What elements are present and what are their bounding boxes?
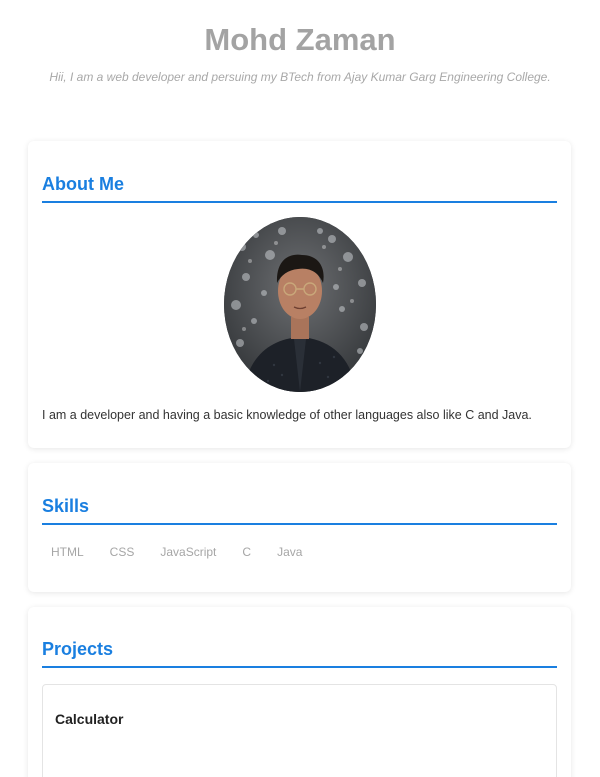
project-card[interactable]: Calculator: [42, 684, 557, 777]
projects-section: Projects Calculator: [28, 607, 571, 777]
skill-item: Java: [277, 545, 303, 559]
skill-item: CSS: [109, 545, 135, 559]
tagline: Hii, I am a web developer and persuing m…: [49, 70, 551, 84]
profile-photo: [224, 217, 376, 392]
about-section: About Me I am a developer and having a b…: [28, 141, 571, 448]
project-title: Calculator: [55, 711, 124, 727]
profile-photo-image: [224, 217, 376, 392]
page-title: Mohd Zaman: [204, 22, 396, 57]
skills-section: Skills HTML CSS JavaScript C Java: [28, 463, 571, 592]
about-heading: About Me: [42, 173, 557, 203]
hero-header: Mohd Zaman Hii, I am a web developer and…: [0, 0, 600, 140]
skills-list: HTML CSS JavaScript C Java: [42, 545, 319, 559]
skill-item: JavaScript: [160, 545, 217, 559]
about-text: I am a developer and having a basic know…: [42, 408, 532, 422]
skills-heading: Skills: [42, 495, 557, 525]
skill-item: C: [242, 545, 252, 559]
projects-heading: Projects: [42, 638, 557, 668]
skill-item: HTML: [51, 545, 84, 559]
portfolio-page: Mohd Zaman Hii, I am a web developer and…: [0, 0, 600, 777]
